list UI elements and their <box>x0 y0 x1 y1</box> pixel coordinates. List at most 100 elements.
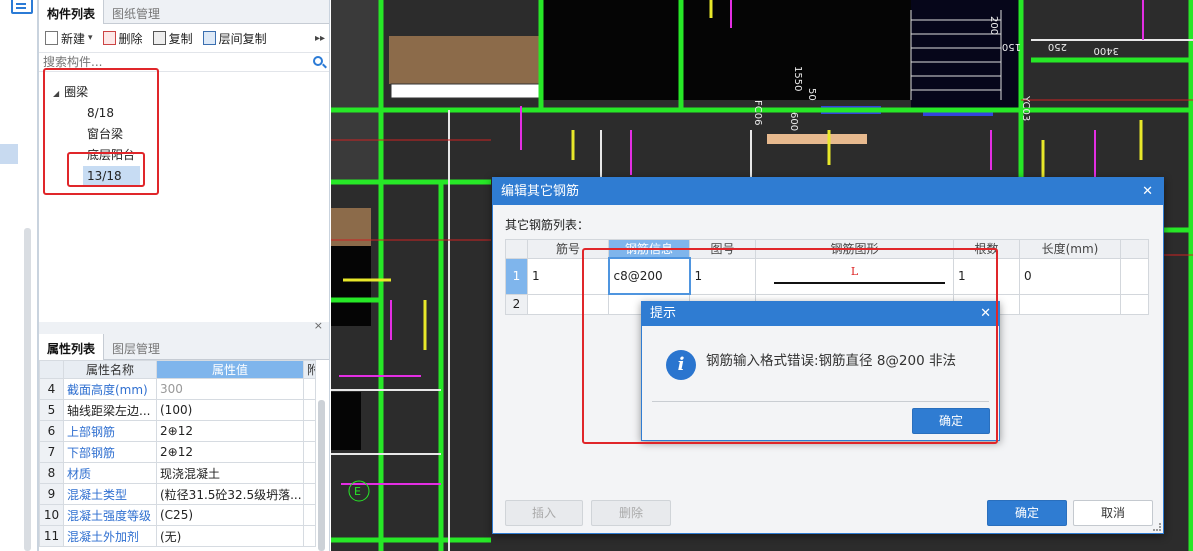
component-toolbar: 新建 ▾ 删除 复制 层间复制 ▸▸ <box>39 24 329 53</box>
extra-cell <box>1120 293 1149 315</box>
new-icon <box>45 31 58 45</box>
dialog-titlebar: 编辑其它钢筋 ✕ <box>493 178 1163 205</box>
cad-room-dark <box>331 392 361 450</box>
left-scrollbar[interactable] <box>24 228 31 551</box>
cad-axis-label: E <box>354 485 361 498</box>
property-name: 混凝土外加剂 <box>63 525 157 547</box>
property-extra <box>303 399 316 421</box>
table-row[interactable]: 6 上部钢筋 2⊕12 <box>39 420 316 442</box>
property-scrollbar[interactable] <box>318 400 325 551</box>
property-value[interactable]: (粒径31.5砼32.5级坍落... <box>156 483 304 505</box>
resize-grip-icon[interactable] <box>1153 523 1161 531</box>
property-value[interactable]: (C25) <box>156 504 304 526</box>
property-extra <box>303 420 316 442</box>
cad-slab <box>389 36 539 84</box>
insert-button[interactable]: 插入 <box>505 500 583 526</box>
property-panel-tabs: 属性列表 图层管理 <box>39 334 329 360</box>
row-num: 4 <box>39 378 64 400</box>
property-extra-header: 附 <box>303 360 316 379</box>
length-cell[interactable] <box>1019 293 1121 315</box>
row-num: 2 <box>505 293 528 315</box>
property-name: 材质 <box>63 462 157 484</box>
extra-cell <box>1120 257 1149 295</box>
cad-label: 250 <box>1048 41 1067 52</box>
cad-room-dark <box>331 246 371 326</box>
property-extra <box>303 462 316 484</box>
close-icon[interactable]: ✕ <box>1142 178 1153 205</box>
table-row[interactable]: 8 材质 现浇混凝土 <box>39 462 316 484</box>
new-label: 新建 <box>61 31 86 46</box>
delete-button[interactable]: 删除 <box>102 30 143 47</box>
property-value[interactable]: (无) <box>156 525 304 547</box>
row-num-header <box>39 360 64 379</box>
component-list-panel: 构件列表 图纸管理 新建▾ 删除 复制 层间复制 ▸▸ ◢圈梁 8/18 窗台梁… <box>38 0 330 322</box>
length-header: 长度(mm) <box>1019 239 1121 259</box>
row-num: 7 <box>39 441 64 463</box>
copy-button[interactable]: 复制 <box>152 30 193 47</box>
cad-slab <box>767 134 867 144</box>
extra-header <box>1120 239 1149 259</box>
property-value[interactable]: 2⊕12 <box>156 441 304 463</box>
row-num: 6 <box>39 420 64 442</box>
row-num: 8 <box>39 462 64 484</box>
search-icon[interactable] <box>313 56 323 66</box>
row-num: 9 <box>39 483 64 505</box>
property-value[interactable]: 现浇混凝土 <box>156 462 304 484</box>
cad-label: 200 <box>988 16 999 35</box>
cancel-button[interactable]: 取消 <box>1073 500 1153 526</box>
chevron-down-icon[interactable]: ▾ <box>88 33 93 43</box>
strip-selected-item[interactable] <box>0 144 18 164</box>
delete-label: 删除 <box>118 31 143 46</box>
property-name: 截面高度(mm) <box>63 378 157 400</box>
row-num: 10 <box>39 504 64 526</box>
property-name: 轴线距梁左边... <box>63 399 157 421</box>
property-value[interactable]: (100) <box>156 399 304 421</box>
ok-button[interactable]: 确定 <box>987 500 1067 526</box>
document-icon[interactable] <box>11 0 33 14</box>
cad-label: 3400 <box>1094 45 1119 56</box>
layer-copy-icon <box>202 31 216 45</box>
cad-area <box>331 0 381 180</box>
layer-copy-button[interactable]: 层间复制 <box>202 30 267 47</box>
row-num-header <box>505 239 528 259</box>
highlight-box-selected <box>67 152 145 187</box>
copy-label: 复制 <box>168 31 193 46</box>
cad-label: FC06 <box>752 100 763 125</box>
table-row[interactable]: 5 轴线距梁左边... (100) <box>39 399 316 421</box>
property-extra <box>303 504 316 526</box>
cad-label: YC03 <box>1020 95 1031 121</box>
length-cell[interactable]: 0 <box>1019 257 1121 295</box>
property-value-header: 属性值 <box>156 360 304 379</box>
property-extra <box>303 525 316 547</box>
tab-component-list[interactable]: 构件列表 <box>39 0 105 24</box>
left-tool-strip <box>0 0 38 551</box>
property-header-row: 属性名称 属性值 附 <box>39 360 316 379</box>
highlight-box-error <box>582 248 998 444</box>
property-table: 属性名称 属性值 附 4截面高度(mm)300 5轴线距梁左边...(100) … <box>39 360 316 547</box>
cad-room-dark <box>911 0 1021 110</box>
property-value[interactable]: 2⊕12 <box>156 420 304 442</box>
property-name-header: 属性名称 <box>63 360 157 379</box>
layer-copy-label: 层间复制 <box>218 31 267 46</box>
toolbar-overflow-icon[interactable]: ▸▸ <box>315 33 329 44</box>
tab-layer-management[interactable]: 图层管理 <box>104 334 168 360</box>
dialog-title: 编辑其它钢筋 <box>501 184 580 199</box>
property-name: 上部钢筋 <box>63 420 157 442</box>
property-name: 下部钢筋 <box>63 441 157 463</box>
property-list-panel: × 属性列表 图层管理 属性名称 属性值 附 4截面高度(mm)300 5轴线距… <box>38 319 330 551</box>
cad-label: 150 <box>1002 41 1021 52</box>
tab-drawing-management[interactable]: 图纸管理 <box>104 0 168 24</box>
table-row[interactable]: 7 下部钢筋 2⊕12 <box>39 441 316 463</box>
table-row[interactable]: 10 混凝土强度等级 (C25) <box>39 504 316 526</box>
search-input[interactable] <box>43 55 303 69</box>
property-value[interactable]: 300 <box>156 378 304 400</box>
property-name: 混凝土类型 <box>63 483 157 505</box>
table-row[interactable]: 4 截面高度(mm) 300 <box>39 378 316 400</box>
delete-row-button[interactable]: 删除 <box>591 500 671 526</box>
table-row[interactable]: 9 混凝土类型 (粒径31.5砼32.5级坍落... <box>39 483 316 505</box>
property-extra <box>303 378 316 400</box>
tab-property-list[interactable]: 属性列表 <box>39 334 105 360</box>
table-row[interactable]: 11 混凝土外加剂 (无) <box>39 525 316 547</box>
new-button[interactable]: 新建 ▾ <box>45 30 93 47</box>
close-icon[interactable]: × <box>314 319 323 332</box>
